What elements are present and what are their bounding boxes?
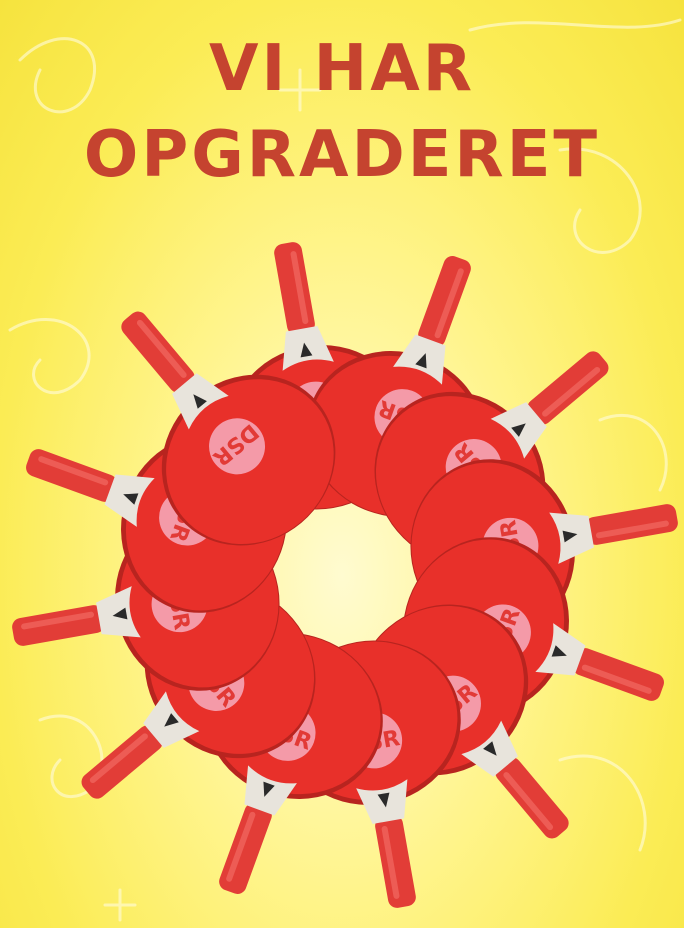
paddle-handle	[219, 803, 272, 894]
paddle-ring: DSRDSRDSRDSRDSRDSRDSRDSRDSRDSRDSRDSR	[12, 242, 678, 908]
poster: VI HAR OPGRADERET DSRDSRDSRDSRDSRDSRDSRD…	[0, 0, 684, 928]
paddle-handle	[573, 648, 664, 701]
paddle-handle	[26, 449, 117, 502]
paddle: DSR	[121, 311, 336, 546]
paddle-handle	[418, 256, 471, 347]
